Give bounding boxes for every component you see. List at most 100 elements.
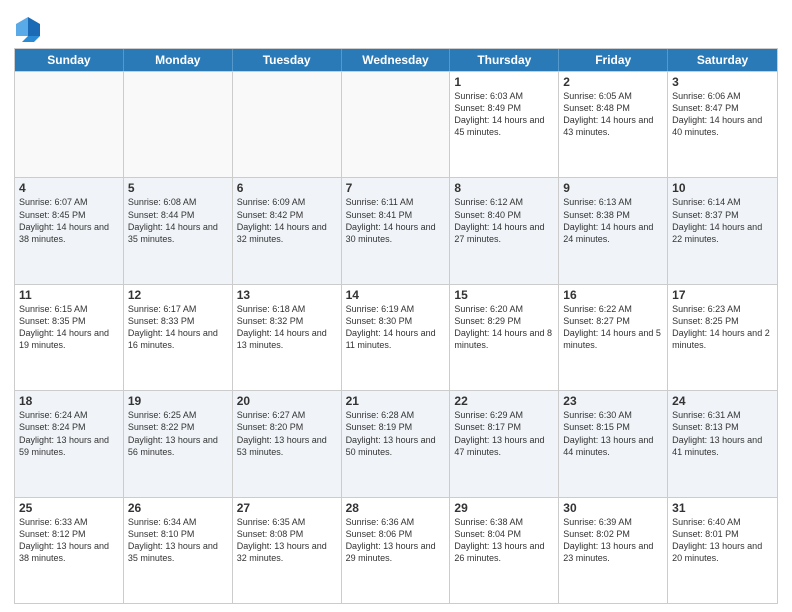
calendar-row-1: 4Sunrise: 6:07 AM Sunset: 8:45 PM Daylig… — [15, 177, 777, 283]
day-cell-2: 2Sunrise: 6:05 AM Sunset: 8:48 PM Daylig… — [559, 72, 668, 177]
logo-icon — [14, 14, 42, 42]
day-number: 14 — [346, 288, 446, 302]
day-info: Sunrise: 6:29 AM Sunset: 8:17 PM Dayligh… — [454, 409, 554, 458]
day-number: 3 — [672, 75, 773, 89]
day-info: Sunrise: 6:35 AM Sunset: 8:08 PM Dayligh… — [237, 516, 337, 565]
day-info: Sunrise: 6:24 AM Sunset: 8:24 PM Dayligh… — [19, 409, 119, 458]
day-cell-18: 18Sunrise: 6:24 AM Sunset: 8:24 PM Dayli… — [15, 391, 124, 496]
day-number: 30 — [563, 501, 663, 515]
calendar-row-0: 1Sunrise: 6:03 AM Sunset: 8:49 PM Daylig… — [15, 71, 777, 177]
day-cell-24: 24Sunrise: 6:31 AM Sunset: 8:13 PM Dayli… — [668, 391, 777, 496]
day-info: Sunrise: 6:19 AM Sunset: 8:30 PM Dayligh… — [346, 303, 446, 352]
day-cell-10: 10Sunrise: 6:14 AM Sunset: 8:37 PM Dayli… — [668, 178, 777, 283]
day-number: 15 — [454, 288, 554, 302]
calendar-row-3: 18Sunrise: 6:24 AM Sunset: 8:24 PM Dayli… — [15, 390, 777, 496]
day-cell-22: 22Sunrise: 6:29 AM Sunset: 8:17 PM Dayli… — [450, 391, 559, 496]
day-cell-19: 19Sunrise: 6:25 AM Sunset: 8:22 PM Dayli… — [124, 391, 233, 496]
day-info: Sunrise: 6:33 AM Sunset: 8:12 PM Dayligh… — [19, 516, 119, 565]
day-number: 7 — [346, 181, 446, 195]
day-info: Sunrise: 6:17 AM Sunset: 8:33 PM Dayligh… — [128, 303, 228, 352]
day-number: 19 — [128, 394, 228, 408]
calendar-row-4: 25Sunrise: 6:33 AM Sunset: 8:12 PM Dayli… — [15, 497, 777, 603]
day-cell-11: 11Sunrise: 6:15 AM Sunset: 8:35 PM Dayli… — [15, 285, 124, 390]
day-info: Sunrise: 6:20 AM Sunset: 8:29 PM Dayligh… — [454, 303, 554, 352]
day-number: 11 — [19, 288, 119, 302]
day-number: 13 — [237, 288, 337, 302]
day-info: Sunrise: 6:28 AM Sunset: 8:19 PM Dayligh… — [346, 409, 446, 458]
day-cell-3: 3Sunrise: 6:06 AM Sunset: 8:47 PM Daylig… — [668, 72, 777, 177]
day-cell-6: 6Sunrise: 6:09 AM Sunset: 8:42 PM Daylig… — [233, 178, 342, 283]
day-info: Sunrise: 6:03 AM Sunset: 8:49 PM Dayligh… — [454, 90, 554, 139]
calendar-row-2: 11Sunrise: 6:15 AM Sunset: 8:35 PM Dayli… — [15, 284, 777, 390]
day-number: 16 — [563, 288, 663, 302]
header-day-saturday: Saturday — [668, 49, 777, 71]
day-cell-16: 16Sunrise: 6:22 AM Sunset: 8:27 PM Dayli… — [559, 285, 668, 390]
day-info: Sunrise: 6:34 AM Sunset: 8:10 PM Dayligh… — [128, 516, 228, 565]
day-cell-17: 17Sunrise: 6:23 AM Sunset: 8:25 PM Dayli… — [668, 285, 777, 390]
day-cell-26: 26Sunrise: 6:34 AM Sunset: 8:10 PM Dayli… — [124, 498, 233, 603]
logo — [14, 14, 44, 42]
header-day-tuesday: Tuesday — [233, 49, 342, 71]
day-info: Sunrise: 6:09 AM Sunset: 8:42 PM Dayligh… — [237, 196, 337, 245]
day-number: 10 — [672, 181, 773, 195]
day-info: Sunrise: 6:12 AM Sunset: 8:40 PM Dayligh… — [454, 196, 554, 245]
day-number: 5 — [128, 181, 228, 195]
day-info: Sunrise: 6:36 AM Sunset: 8:06 PM Dayligh… — [346, 516, 446, 565]
header — [14, 10, 778, 42]
page: SundayMondayTuesdayWednesdayThursdayFrid… — [0, 0, 792, 612]
day-number: 28 — [346, 501, 446, 515]
empty-cell — [342, 72, 451, 177]
day-cell-5: 5Sunrise: 6:08 AM Sunset: 8:44 PM Daylig… — [124, 178, 233, 283]
day-number: 17 — [672, 288, 773, 302]
day-number: 1 — [454, 75, 554, 89]
day-number: 9 — [563, 181, 663, 195]
day-info: Sunrise: 6:08 AM Sunset: 8:44 PM Dayligh… — [128, 196, 228, 245]
day-cell-7: 7Sunrise: 6:11 AM Sunset: 8:41 PM Daylig… — [342, 178, 451, 283]
day-info: Sunrise: 6:27 AM Sunset: 8:20 PM Dayligh… — [237, 409, 337, 458]
day-cell-13: 13Sunrise: 6:18 AM Sunset: 8:32 PM Dayli… — [233, 285, 342, 390]
day-info: Sunrise: 6:18 AM Sunset: 8:32 PM Dayligh… — [237, 303, 337, 352]
day-number: 22 — [454, 394, 554, 408]
day-cell-31: 31Sunrise: 6:40 AM Sunset: 8:01 PM Dayli… — [668, 498, 777, 603]
day-number: 27 — [237, 501, 337, 515]
day-cell-1: 1Sunrise: 6:03 AM Sunset: 8:49 PM Daylig… — [450, 72, 559, 177]
day-number: 4 — [19, 181, 119, 195]
day-info: Sunrise: 6:39 AM Sunset: 8:02 PM Dayligh… — [563, 516, 663, 565]
day-number: 2 — [563, 75, 663, 89]
day-info: Sunrise: 6:31 AM Sunset: 8:13 PM Dayligh… — [672, 409, 773, 458]
day-number: 25 — [19, 501, 119, 515]
day-number: 31 — [672, 501, 773, 515]
day-cell-8: 8Sunrise: 6:12 AM Sunset: 8:40 PM Daylig… — [450, 178, 559, 283]
empty-cell — [233, 72, 342, 177]
day-cell-21: 21Sunrise: 6:28 AM Sunset: 8:19 PM Dayli… — [342, 391, 451, 496]
day-number: 20 — [237, 394, 337, 408]
day-number: 12 — [128, 288, 228, 302]
calendar-header: SundayMondayTuesdayWednesdayThursdayFrid… — [15, 49, 777, 71]
header-day-friday: Friday — [559, 49, 668, 71]
day-cell-23: 23Sunrise: 6:30 AM Sunset: 8:15 PM Dayli… — [559, 391, 668, 496]
empty-cell — [124, 72, 233, 177]
calendar: SundayMondayTuesdayWednesdayThursdayFrid… — [14, 48, 778, 604]
day-cell-27: 27Sunrise: 6:35 AM Sunset: 8:08 PM Dayli… — [233, 498, 342, 603]
day-info: Sunrise: 6:07 AM Sunset: 8:45 PM Dayligh… — [19, 196, 119, 245]
day-info: Sunrise: 6:30 AM Sunset: 8:15 PM Dayligh… — [563, 409, 663, 458]
day-info: Sunrise: 6:38 AM Sunset: 8:04 PM Dayligh… — [454, 516, 554, 565]
day-info: Sunrise: 6:40 AM Sunset: 8:01 PM Dayligh… — [672, 516, 773, 565]
day-cell-29: 29Sunrise: 6:38 AM Sunset: 8:04 PM Dayli… — [450, 498, 559, 603]
empty-cell — [15, 72, 124, 177]
day-cell-30: 30Sunrise: 6:39 AM Sunset: 8:02 PM Dayli… — [559, 498, 668, 603]
day-cell-14: 14Sunrise: 6:19 AM Sunset: 8:30 PM Dayli… — [342, 285, 451, 390]
header-day-sunday: Sunday — [15, 49, 124, 71]
day-info: Sunrise: 6:23 AM Sunset: 8:25 PM Dayligh… — [672, 303, 773, 352]
calendar-body: 1Sunrise: 6:03 AM Sunset: 8:49 PM Daylig… — [15, 71, 777, 603]
day-info: Sunrise: 6:06 AM Sunset: 8:47 PM Dayligh… — [672, 90, 773, 139]
day-number: 18 — [19, 394, 119, 408]
day-number: 29 — [454, 501, 554, 515]
day-cell-15: 15Sunrise: 6:20 AM Sunset: 8:29 PM Dayli… — [450, 285, 559, 390]
day-cell-20: 20Sunrise: 6:27 AM Sunset: 8:20 PM Dayli… — [233, 391, 342, 496]
day-number: 24 — [672, 394, 773, 408]
day-cell-28: 28Sunrise: 6:36 AM Sunset: 8:06 PM Dayli… — [342, 498, 451, 603]
day-cell-9: 9Sunrise: 6:13 AM Sunset: 8:38 PM Daylig… — [559, 178, 668, 283]
day-info: Sunrise: 6:13 AM Sunset: 8:38 PM Dayligh… — [563, 196, 663, 245]
header-day-monday: Monday — [124, 49, 233, 71]
